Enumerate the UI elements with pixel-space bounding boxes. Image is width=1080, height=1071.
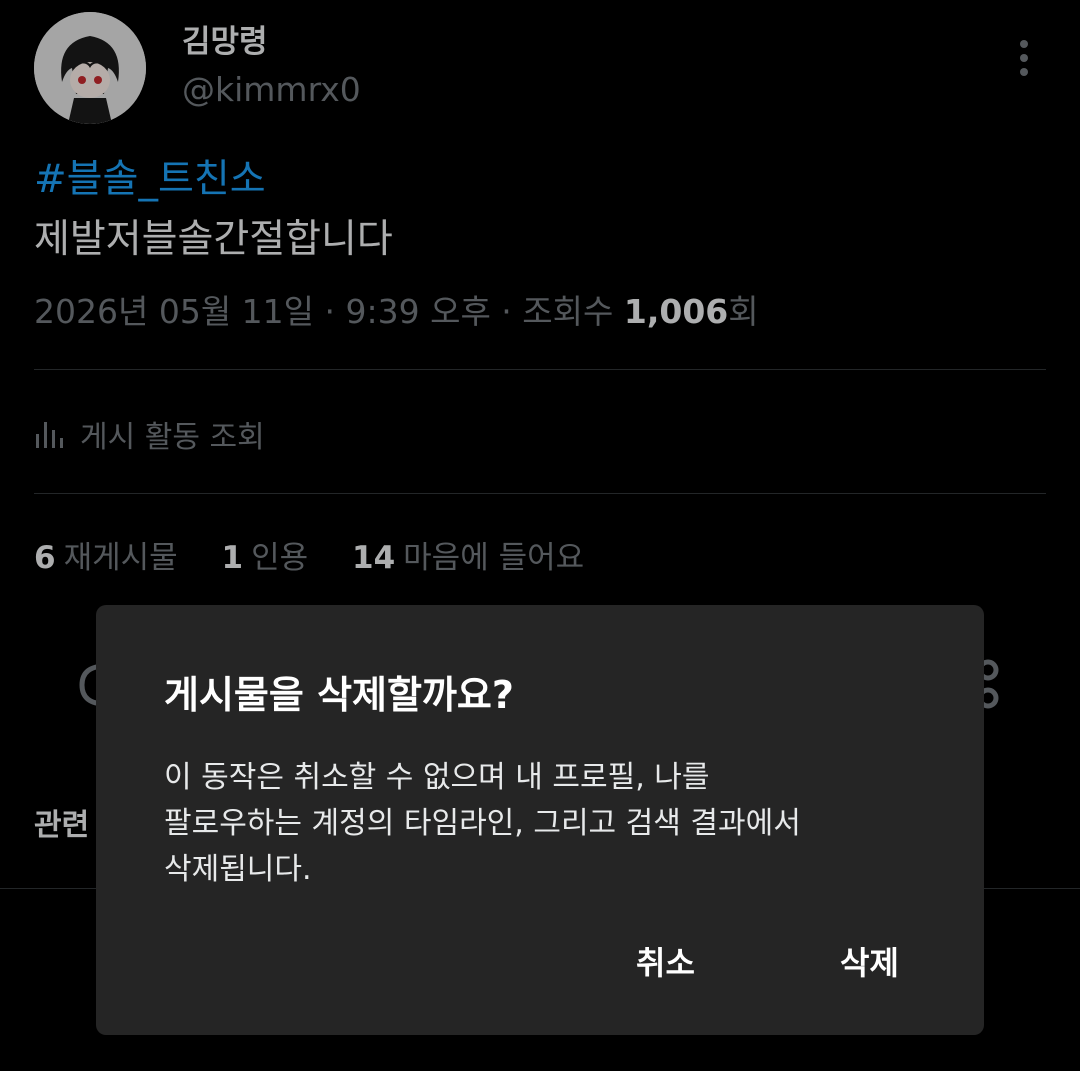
dialog-message-line: 삭제됩니다. [164, 852, 312, 887]
delete-confirm-dialog: 게시물을 삭제할까요? 이 동작은 취소할 수 없으며 내 프로필, 나를 팔로… [96, 605, 984, 1035]
dialog-message-line: 이 동작은 취소할 수 없으며 내 프로필, 나를 [164, 760, 710, 795]
dialog-message-line: 팔로우하는 계정의 타임라인, 그리고 검색 결과에서 [164, 806, 801, 841]
dialog-title: 게시물을 삭제할까요? [164, 673, 514, 717]
delete-button[interactable]: 삭제 [840, 941, 899, 985]
cancel-button[interactable]: 취소 [636, 941, 695, 985]
dialog-message: 이 동작은 취소할 수 없으며 내 프로필, 나를 팔로우하는 계정의 타임라인… [164, 755, 924, 893]
